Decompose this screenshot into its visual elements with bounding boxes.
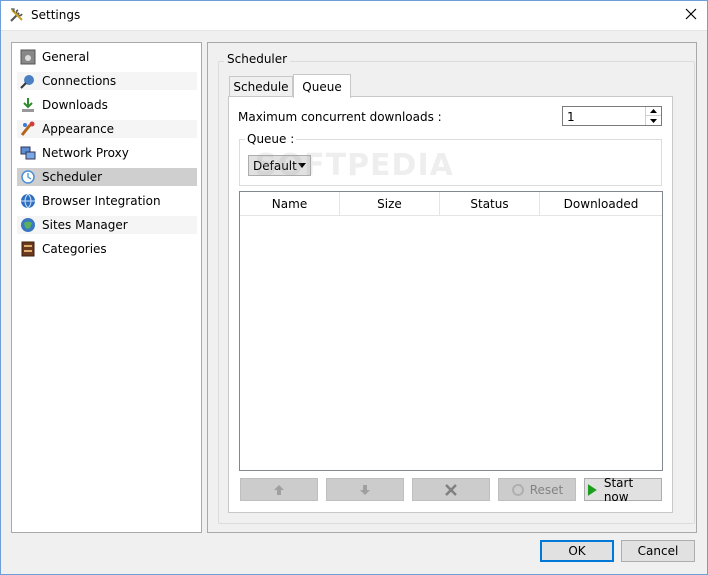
spin-up-button[interactable]: [646, 107, 661, 116]
max-concurrent-value[interactable]: 1: [567, 110, 575, 124]
max-concurrent-spinbox[interactable]: 1: [562, 106, 662, 126]
sidebar-item-label: Appearance: [42, 122, 115, 136]
title-bar: Settings: [0, 0, 708, 31]
reset-icon: [511, 483, 524, 496]
remove-button[interactable]: [412, 478, 490, 501]
sidebar-item-downloads[interactable]: Downloads: [17, 96, 197, 114]
queue-table[interactable]: Name Size Status Downloaded: [239, 191, 663, 471]
column-header-name[interactable]: Name: [240, 192, 340, 216]
play-icon: [587, 483, 597, 496]
arrow-up-icon: [650, 109, 657, 113]
sites-manager-icon: [21, 218, 35, 232]
chevron-down-icon: [298, 163, 306, 168]
settings-sidebar: General Connections Downloads Appearance…: [11, 42, 202, 533]
ok-button[interactable]: OK: [540, 540, 614, 562]
window-title: Settings: [31, 8, 81, 22]
tab-schedule[interactable]: Schedule: [229, 76, 293, 97]
queue-select[interactable]: Default: [248, 155, 311, 176]
categories-icon: [21, 241, 35, 257]
sidebar-item-scheduler[interactable]: Scheduler: [17, 168, 197, 186]
network-proxy-icon: [20, 146, 36, 160]
browser-integration-icon: [21, 193, 35, 209]
arrow-up-icon: [274, 484, 284, 495]
sidebar-item-label: Network Proxy: [42, 146, 129, 160]
start-now-button[interactable]: Start now: [584, 475, 662, 504]
sidebar-item-browser-integration[interactable]: Browser Integration: [17, 192, 197, 210]
cancel-button[interactable]: Cancel: [621, 540, 695, 562]
arrow-down-icon: [360, 484, 370, 495]
start-now-button-label: Start now: [603, 475, 634, 504]
spin-down-button[interactable]: [646, 116, 661, 125]
column-header-downloaded[interactable]: Downloaded: [540, 192, 662, 216]
reset-button[interactable]: Reset: [498, 478, 576, 501]
sidebar-item-label: General: [42, 50, 90, 64]
scheduler-icon: [21, 170, 35, 184]
max-concurrent-label: Maximum concurrent downloads :: [238, 110, 442, 124]
connections-icon: [20, 75, 34, 89]
arrow-down-icon: [650, 118, 657, 123]
sidebar-item-label: Scheduler: [42, 170, 103, 184]
sidebar-item-label: Connections: [42, 74, 117, 88]
sidebar-item-connections[interactable]: Connections: [17, 72, 197, 90]
downloads-icon: [22, 98, 34, 112]
sidebar-item-label: Browser Integration: [42, 194, 161, 208]
move-up-button[interactable]: [240, 478, 318, 501]
sidebar-item-network-proxy[interactable]: Network Proxy: [17, 144, 197, 162]
queue-select-value: Default: [253, 158, 297, 173]
queue-group-title: Queue :: [245, 132, 297, 146]
column-header-size[interactable]: Size: [340, 192, 440, 216]
sidebar-item-appearance[interactable]: Appearance: [17, 120, 197, 138]
close-icon[interactable]: [684, 7, 698, 21]
sidebar-item-label: Categories: [42, 242, 107, 256]
table-header: Name Size Status Downloaded: [240, 192, 662, 216]
column-header-status[interactable]: Status: [440, 192, 540, 216]
sidebar-item-general[interactable]: General: [17, 48, 197, 66]
sidebar-item-categories[interactable]: Categories: [17, 240, 197, 258]
appearance-icon: [20, 121, 35, 136]
general-icon: [20, 49, 36, 65]
tab-queue[interactable]: Queue: [293, 74, 351, 98]
spin-buttons: [645, 107, 661, 125]
sidebar-item-label: Sites Manager: [42, 218, 128, 232]
move-down-button[interactable]: [326, 478, 404, 501]
settings-tools-icon: [10, 8, 23, 22]
sidebar-item-sites-manager[interactable]: Sites Manager: [17, 216, 197, 234]
reset-button-label: Reset: [529, 482, 564, 497]
scheduler-group-title: Scheduler: [224, 52, 291, 66]
close-icon: [445, 483, 457, 496]
sidebar-item-label: Downloads: [42, 98, 108, 112]
